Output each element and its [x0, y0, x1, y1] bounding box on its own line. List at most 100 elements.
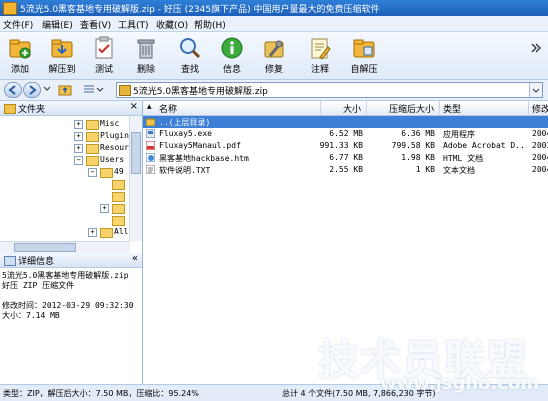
menu-tools[interactable]: 工具(T)	[118, 18, 149, 31]
menu-edit[interactable]: 编辑(E)	[42, 18, 73, 31]
file-modified: 2004	[532, 165, 548, 174]
table-row[interactable]: 黑客基地hackbase.htm 6.77 KB 1.98 KB HTML 文档…	[143, 152, 548, 164]
back-arrow-icon	[8, 85, 16, 95]
plus-icon[interactable]: +	[74, 144, 83, 153]
find-button[interactable]: 查找	[172, 36, 208, 78]
file-size: 6.77 KB	[329, 153, 363, 162]
tree-node-label: Plugin	[100, 131, 129, 140]
folder-pane-title: 文件夹	[18, 105, 46, 115]
folder-icon	[112, 180, 125, 190]
view-mode-button[interactable]	[82, 83, 104, 99]
address-bar: 5流光5.0黑客基地专用破解版.zip	[0, 80, 548, 101]
folder-tree-vertical-scrollbar[interactable]	[129, 116, 142, 241]
detail-pane-title: 详细信息	[18, 257, 55, 267]
file-modified: 2004	[532, 129, 548, 138]
toolbar: 添加 解压到 测试 删除 查找 信息 修复 注释 自解压	[0, 32, 548, 80]
double-chevron-right-icon	[531, 43, 541, 53]
up-folder-button[interactable]	[58, 83, 72, 99]
folder-tree-horizontal-scrollbar[interactable]	[0, 241, 130, 253]
zip-archive-icon	[119, 85, 131, 96]
column-modified[interactable]: 修改	[532, 102, 548, 115]
file-packed-size: 1 KB	[415, 165, 435, 174]
exe-icon	[146, 129, 155, 138]
file-name: Fluxay5.exe	[159, 129, 212, 138]
file-size: 991.33 KB	[319, 141, 363, 150]
address-field[interactable]: 5流光5.0黑客基地专用破解版.zip	[116, 82, 543, 98]
column-packed-size[interactable]: 压缩后大小	[389, 102, 434, 115]
trash-icon	[137, 39, 155, 59]
file-type: 文本文档	[443, 166, 475, 175]
tree-node-label: Users	[100, 155, 125, 164]
toolbar-overflow-button[interactable]	[530, 42, 542, 57]
table-row[interactable]: Fluxay5.exe 6.52 MB 6.36 MB 应用程序 2004	[143, 128, 548, 140]
menu-bar: 文件(F) 编辑(E) 查看(V) 工具(T) 收藏(O) 帮助(H)	[0, 16, 548, 32]
menu-file[interactable]: 文件(F)	[3, 18, 33, 31]
menu-view[interactable]: 查看(V)	[80, 18, 111, 31]
plus-icon[interactable]: +	[100, 204, 109, 213]
close-icon[interactable]: ×	[130, 101, 138, 112]
column-size[interactable]: 大小	[343, 102, 361, 115]
sfx-icon	[353, 39, 375, 58]
comment-button[interactable]: 注释	[302, 36, 338, 78]
folder-icon	[112, 192, 125, 202]
folder-icon	[100, 168, 113, 178]
detail-pane-header: 详细信息 «	[0, 253, 142, 268]
scrollbar-thumb[interactable]	[14, 243, 76, 252]
tree-node-label: 49	[114, 167, 124, 176]
menu-favorites[interactable]: 收藏(O)	[156, 18, 188, 31]
column-divider[interactable]	[528, 101, 529, 115]
sfx-button[interactable]: 自解压	[346, 36, 382, 78]
repair-label: 修复	[264, 65, 283, 75]
comment-icon	[311, 38, 331, 60]
detail-file-name: 5流光5.0黑客基地专用破解版.zip	[2, 271, 129, 280]
file-name: 黑客基地hackbase.htm	[159, 154, 249, 163]
folder-up-icon	[146, 118, 155, 126]
history-dropdown-button[interactable]	[43, 83, 51, 98]
address-dropdown-button[interactable]	[529, 83, 542, 97]
info-button[interactable]: 信息	[214, 36, 250, 78]
collapse-icon[interactable]: «	[132, 253, 138, 264]
delete-button[interactable]: 删除	[128, 36, 164, 78]
table-row[interactable]: ..(上层目录)	[143, 116, 548, 128]
detail-pane-body: 5流光5.0黑客基地专用破解版.zip 好压 ZIP 压缩文件 修改时间：201…	[2, 271, 140, 321]
watermark-url: www.jsgho.com	[380, 373, 540, 394]
plus-icon[interactable]: +	[74, 120, 83, 129]
file-name: 软件说明.TXT	[159, 166, 211, 175]
test-button[interactable]: 测试	[86, 36, 122, 78]
column-header: ▴ 名称 大小 压缩后大小 类型 修改	[143, 101, 548, 116]
column-divider[interactable]	[439, 101, 440, 115]
scrollbar-thumb[interactable]	[131, 132, 141, 174]
folder-icon	[4, 104, 16, 114]
column-divider[interactable]	[366, 101, 367, 115]
folder-icon	[112, 216, 125, 226]
add-button[interactable]: 添加	[2, 36, 38, 78]
file-type: HTML 文档	[443, 154, 484, 163]
plus-icon[interactable]: +	[74, 132, 83, 141]
minus-icon[interactable]: −	[74, 156, 83, 165]
add-icon	[9, 39, 31, 59]
minus-icon[interactable]: −	[88, 168, 97, 177]
back-button[interactable]	[4, 82, 22, 98]
extract-icon	[51, 39, 73, 58]
table-row[interactable]: 软件说明.TXT 2.55 KB 1 KB 文本文档 2004	[143, 164, 548, 176]
file-type: Adobe Acrobat D...	[443, 141, 527, 150]
folder-pane-header: 文件夹 ×	[0, 101, 142, 116]
menu-help[interactable]: 帮助(H)	[194, 18, 226, 31]
status-archive-info: 类型：ZIP，解压后大小：7.50 MB，压缩比：95.24%	[3, 389, 199, 398]
folder-icon	[100, 228, 113, 238]
detail-icon	[4, 256, 16, 266]
forward-button[interactable]	[23, 82, 41, 98]
file-size: 6.52 MB	[329, 129, 363, 138]
add-label: 添加	[10, 65, 29, 75]
folder-icon	[86, 144, 99, 154]
column-name[interactable]: 名称	[159, 102, 177, 115]
list-view-icon	[84, 85, 104, 93]
column-divider[interactable]	[320, 101, 321, 115]
column-type[interactable]: 类型	[443, 102, 461, 115]
extract-to-button[interactable]: 解压到	[44, 36, 80, 78]
table-row[interactable]: Fluxay5Manaul.pdf 991.33 KB 799.58 KB Ad…	[143, 140, 548, 152]
find-label: 查找	[180, 65, 199, 75]
repair-button[interactable]: 修复	[256, 36, 292, 78]
plus-icon[interactable]: +	[88, 228, 97, 237]
title-bar[interactable]: 5流光5.0黑客基地专用破解版.zip - 好压 (2345旗下产品) 中国用户…	[0, 0, 548, 16]
